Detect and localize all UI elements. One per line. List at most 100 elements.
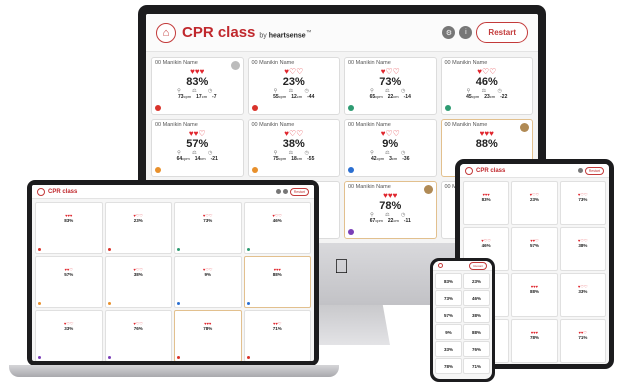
depth-unit: cm xyxy=(296,94,303,99)
gear-icon[interactable] xyxy=(275,189,281,194)
depth-value: 22cm xyxy=(388,218,399,224)
score-percent: 9% xyxy=(204,272,211,277)
time-value: -11 xyxy=(403,218,411,224)
gear-icon[interactable] xyxy=(577,168,583,173)
manikin-card[interactable]: 76% xyxy=(463,341,490,357)
settings-button[interactable]: ⚙ xyxy=(442,26,456,39)
rate-value: 75cpm xyxy=(273,156,286,162)
manikin-card[interactable]: 00 Manikin Name ♥♡♡ 73% ⚲ ⚖ ◷ 65cpm 22cm -14 xyxy=(344,57,437,115)
hearts-rating: ♥♥♥ xyxy=(479,129,494,138)
score-percent: 23% xyxy=(282,76,305,88)
manikin-name: 00 Manikin Name xyxy=(155,122,198,128)
home-icon[interactable] xyxy=(37,187,45,196)
manikin-card[interactable]: 00 Manikin Name ♥♡♡ 46% ⚲ ⚖ ◷ 45cpm 23cm -22 xyxy=(440,57,533,115)
home-button[interactable]: ⌂ xyxy=(156,22,176,43)
home-icon[interactable] xyxy=(465,166,473,175)
manikin-card[interactable]: 00 Manikin Name ♥♡♡ 23% ⚲ ⚖ ◷ 55cpm 12cm -44 xyxy=(247,57,340,115)
status-dot xyxy=(251,105,258,111)
tablet-header-actions: Restart xyxy=(577,166,604,175)
manikin-card[interactable]: 78% xyxy=(435,358,462,374)
metric-values: 65cpm 22cm -14 xyxy=(348,94,433,100)
score-percent: 88% xyxy=(272,272,282,277)
score-percent: 23% xyxy=(471,279,481,284)
manikin-card[interactable]: ♥♥♥ 78% xyxy=(511,319,558,363)
manikin-card[interactable]: ♥♥♡ 71% xyxy=(559,319,606,363)
manikin-card[interactable]: ♥♡♡ 23% xyxy=(104,202,172,254)
score-percent: 9% xyxy=(445,330,452,335)
manikin-card[interactable]: 00 Manikin Name ♥♡♡ 9% ⚲ ⚖ ◷ 42cpm 3cm -36 xyxy=(344,119,437,177)
manikin-card[interactable]: ♥♥♥ 88% xyxy=(511,273,558,317)
manikin-card[interactable]: 46% xyxy=(463,290,490,306)
manikin-card[interactable]: 88% xyxy=(463,324,490,340)
manikin-card[interactable]: 38% xyxy=(463,307,490,323)
manikin-card[interactable]: ♥♡♡ 73% xyxy=(559,181,606,225)
manikin-name: 00 Manikin Name xyxy=(348,122,391,128)
hearts-rating: ♥♡♡ xyxy=(477,67,497,76)
status-dot xyxy=(38,302,41,305)
restart-button[interactable]: Restart xyxy=(476,22,528,43)
manikin-card[interactable]: ♥♥♡ 71% xyxy=(243,310,311,361)
manikin-card[interactable]: ♥♡♡ 38% xyxy=(559,227,606,271)
info-icon[interactable] xyxy=(282,189,288,194)
manikin-card[interactable]: 83% xyxy=(435,273,462,289)
manikin-card[interactable]: ♥♥♥ 83% xyxy=(35,202,103,254)
status-dot xyxy=(348,105,354,111)
manikin-card[interactable]: ♥♡♡ 38% xyxy=(104,256,172,308)
depth-value: 17cm xyxy=(196,94,207,100)
score-percent: 71% xyxy=(272,326,282,331)
manikin-card[interactable]: ♥♥♥ 78% xyxy=(174,310,242,361)
status-dot xyxy=(444,105,451,111)
tablet-restart-button[interactable]: Restart xyxy=(584,166,604,175)
phone-restart-button[interactable]: Restart xyxy=(469,261,487,270)
laptop-restart-button[interactable]: Restart xyxy=(289,187,309,196)
phone-header: Restart xyxy=(433,261,492,271)
manikin-card[interactable]: ♥♡♡76% xyxy=(104,310,172,361)
laptop-header: CPR class Restart xyxy=(32,185,314,199)
manikin-card[interactable]: ♥♡♡ 23% xyxy=(511,181,558,225)
manikin-card[interactable]: 57% xyxy=(435,307,462,323)
hearts-rating: ♥♥♥ xyxy=(383,191,398,200)
score-percent: 38% xyxy=(471,313,481,318)
score-percent: 88% xyxy=(475,138,498,150)
manikin-card[interactable]: ♥♥♡ 57% xyxy=(35,256,103,308)
tablet-header: CPR class Restart xyxy=(460,164,609,178)
score-percent: 83% xyxy=(443,279,453,284)
metric-values: 42cpm 3cm -36 xyxy=(348,156,433,162)
manikin-card[interactable]: 9% xyxy=(435,324,462,340)
manikin-card[interactable]: 33% xyxy=(435,341,462,357)
manikin-card[interactable]: ♥♥♥ 88% xyxy=(243,256,311,308)
manikin-card[interactable]: ♥♥♥ 83% xyxy=(463,181,510,225)
manikin-card[interactable]: ♥♡♡ 33% xyxy=(559,273,606,317)
manikin-card[interactable]: 71% xyxy=(463,358,490,374)
manikin-card[interactable]: 00 Manikin Name ♥♥♥ 78% ⚲ ⚖ ◷ 67cpm 22cm -11 xyxy=(344,181,437,239)
score-percent: 71% xyxy=(471,364,481,369)
medal-icon xyxy=(230,61,240,70)
phone-frame: Restart 83% 23% 73% 46% 57% 38% 9% 88% 33% 76% 78%… xyxy=(430,258,495,382)
manikin-card[interactable]: 00 Manikin Name ♥♡♡ 38% ⚲ ⚖ ◷ 75cpm 18cm -55 xyxy=(247,119,340,177)
score-percent: 73% xyxy=(203,218,213,223)
home-icon[interactable] xyxy=(438,263,443,268)
score-percent: 76% xyxy=(471,347,481,352)
manikin-name: 00 Manikin Name xyxy=(444,122,488,128)
hearts-rating: ♥♥♡ xyxy=(188,129,206,138)
manikin-card[interactable]: ♥♡♡ 73% xyxy=(174,202,242,254)
score-percent: 57% xyxy=(529,243,539,248)
manikin-card[interactable]: 00 Manikin Name ♥♥♡ 57% ⚲ ⚖ ◷ 64cpm 14cm -21 xyxy=(151,119,244,177)
manikin-card[interactable]: ♥♥♡ 57% xyxy=(511,227,558,271)
manikin-card[interactable]: ♥♡♡ 33% xyxy=(35,310,103,361)
help-button[interactable]: i xyxy=(459,26,473,39)
score-percent: 46% xyxy=(272,218,282,223)
manikin-card[interactable]: 73% xyxy=(435,290,462,306)
status-dot xyxy=(251,167,258,173)
manikin-card[interactable]: ♥♡♡9% xyxy=(174,256,242,308)
manikin-card[interactable]: 00 Manikin Name ♥♥♥ 83% ⚲ ⚖ ◷ 73cpm 17cm -7 xyxy=(151,57,244,115)
brand-prefix: by xyxy=(259,32,267,40)
laptop-frame: CPR class Restart ♥♥♥ 83% ♥♡♡ 23% ♥♡♡ 73% ♥♡♡ 4… xyxy=(27,180,319,366)
laptop-header-actions: Restart xyxy=(275,187,309,196)
score-percent: 38% xyxy=(133,272,143,277)
laptop-screen: CPR class Restart ♥♥♥ 83% ♥♡♡ 23% ♥♡♡ 73% ♥♡♡ 4… xyxy=(32,185,314,361)
manikin-name: 00 Manikin Name xyxy=(348,60,391,66)
manikin-card[interactable]: 23% xyxy=(463,273,490,289)
status-dot xyxy=(107,248,111,251)
manikin-card[interactable]: ♥♡♡ 46% xyxy=(243,202,311,254)
